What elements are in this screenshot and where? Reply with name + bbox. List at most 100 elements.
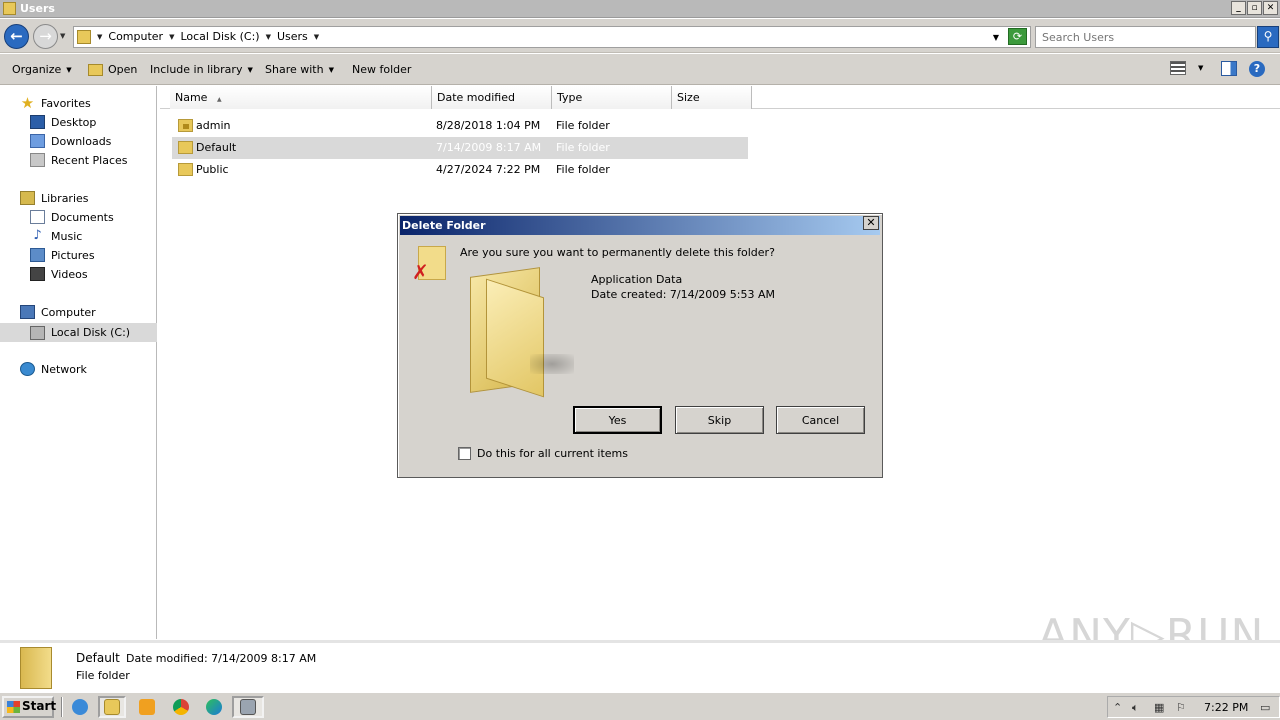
organize-label: Organize	[12, 63, 62, 76]
explorer-taskbar-button[interactable]	[98, 696, 126, 718]
back-button[interactable]: ←	[4, 24, 29, 49]
help-icon[interactable]: ?	[1249, 61, 1265, 77]
address-bar[interactable]: ▼ Computer ▼ Local Disk (C:) ▼ Users ▼ ▼	[73, 26, 1031, 48]
new-folder-button[interactable]: New folder	[352, 63, 411, 76]
file-type: File folder	[556, 141, 610, 154]
internet-explorer-icon	[72, 699, 88, 715]
computer-icon	[20, 305, 35, 319]
chevron-down-icon: ▼	[328, 65, 334, 74]
share-with-button[interactable]: Share with ▼	[265, 63, 334, 76]
nav-favorites[interactable]: ★ Favorites	[20, 96, 91, 111]
nav-libraries[interactable]: Libraries	[20, 191, 89, 205]
search-box[interactable]	[1035, 26, 1256, 48]
open-button[interactable]: Open	[88, 63, 137, 76]
cancel-button[interactable]: Cancel	[776, 406, 865, 434]
yes-button[interactable]: Yes	[573, 406, 662, 434]
search-icon[interactable]: ⚲	[1257, 26, 1279, 48]
media-player-taskbar-button[interactable]	[133, 696, 161, 718]
preview-pane-icon[interactable]	[1221, 61, 1237, 76]
column-headers: Name ▲ Date modified Type Size	[160, 86, 1280, 109]
table-row[interactable]: Public 4/27/2024 7:22 PM File folder	[172, 159, 748, 181]
network-icon	[20, 362, 35, 376]
chevron-down-icon: ▼	[247, 65, 253, 74]
internet-explorer-taskbar-button[interactable]	[66, 696, 94, 718]
file-date: 4/27/2024 7:22 PM	[436, 163, 541, 176]
nav-computer[interactable]: Computer	[20, 305, 96, 319]
nav-label: Libraries	[41, 191, 89, 205]
edge-taskbar-button[interactable]	[200, 696, 228, 718]
column-header-type[interactable]: Type	[552, 86, 672, 109]
nav-music[interactable]: ♪ Music	[30, 229, 82, 243]
network-tray-icon[interactable]: ▦	[1154, 701, 1164, 714]
nav-local-disk[interactable]: Local Disk (C:)	[0, 323, 157, 342]
column-label: Date modified	[437, 91, 515, 104]
chevron-down-icon[interactable]: ▼	[1198, 64, 1203, 72]
show-desktop-icon[interactable]: ▭	[1260, 701, 1270, 714]
chrome-taskbar-button[interactable]	[167, 696, 195, 718]
search-input[interactable]	[1036, 27, 1255, 47]
do-for-all-checkbox[interactable]: Do this for all current items	[458, 447, 628, 460]
skip-button[interactable]: Skip	[675, 406, 764, 434]
chevron-down-icon[interactable]: ▼	[97, 33, 102, 41]
details-pane: Default Date modified: 7/14/2009 8:17 AM…	[0, 640, 1280, 691]
close-button[interactable]: ✕	[1263, 1, 1278, 15]
chevron-down-icon[interactable]: ▼	[266, 33, 271, 41]
recent-pages-dropdown[interactable]: ▼	[60, 32, 65, 40]
folder-icon	[20, 647, 52, 689]
action-center-flag-icon[interactable]: ⚐	[1176, 701, 1186, 714]
folder-icon	[178, 141, 193, 154]
maximize-button[interactable]: ▫	[1247, 1, 1262, 15]
clock[interactable]: 7:22 PM	[1204, 701, 1248, 714]
refresh-icon[interactable]: ⟳	[1008, 28, 1027, 45]
libraries-icon	[20, 191, 35, 205]
address-row: ← → ▼ ▼ Computer ▼ Local Disk (C:) ▼ Use…	[0, 19, 1280, 53]
windows-logo-icon	[7, 701, 20, 713]
details-type: File folder	[76, 669, 130, 682]
dialog-close-button[interactable]: ✕	[863, 216, 879, 230]
chevron-down-icon[interactable]: ▼	[314, 33, 319, 41]
nav-desktop[interactable]: Desktop	[30, 115, 96, 129]
include-in-library-button[interactable]: Include in library ▼	[150, 63, 253, 76]
column-header-name[interactable]: Name ▲	[170, 86, 432, 109]
breadcrumb-local-disk[interactable]: Local Disk (C:)	[180, 30, 259, 43]
column-header-size[interactable]: Size	[672, 86, 752, 109]
nav-pictures[interactable]: Pictures	[30, 248, 95, 262]
nav-label: Pictures	[51, 248, 95, 262]
open-label: Open	[108, 63, 138, 76]
column-header-date-modified[interactable]: Date modified	[432, 86, 552, 109]
file-name: Public	[196, 163, 229, 176]
breadcrumb-computer[interactable]: Computer	[108, 30, 163, 43]
column-label: Size	[677, 91, 700, 104]
nav-network[interactable]: Network	[20, 362, 87, 376]
file-type: File folder	[556, 163, 610, 176]
forward-button[interactable]: →	[33, 24, 58, 49]
dialog-title: Delete Folder	[402, 219, 486, 232]
organize-button[interactable]: Organize ▼	[12, 63, 72, 76]
checkbox-box[interactable]	[458, 447, 471, 460]
nav-recent-places[interactable]: Recent Places	[30, 153, 128, 167]
volume-icon[interactable]: 🔈︎	[1132, 701, 1139, 715]
delete-dialog-taskbar-button[interactable]	[232, 696, 264, 718]
nav-videos[interactable]: Videos	[30, 267, 88, 281]
column-label: Name	[175, 91, 208, 104]
command-bar: Organize ▼ Open Include in library ▼ Sha…	[0, 54, 1280, 85]
delete-folder-icon: ✗	[412, 246, 446, 284]
chevron-down-icon[interactable]: ▼	[169, 33, 174, 41]
change-view-icon[interactable]	[1170, 61, 1186, 75]
open-folder-icon	[88, 63, 103, 76]
table-row[interactable]: Default 7/14/2009 8:17 AM File folder	[172, 137, 748, 159]
locked-folder-icon	[178, 119, 193, 132]
address-dropdown-icon[interactable]: ▼	[993, 33, 999, 42]
start-label: Start	[22, 699, 57, 713]
breadcrumb-users[interactable]: Users	[277, 30, 308, 43]
start-button[interactable]: Start	[2, 696, 57, 718]
chevron-up-icon[interactable]: ⌃	[1113, 701, 1122, 714]
file-date: 7/14/2009 8:17 AM	[436, 141, 542, 154]
table-row[interactable]: admin 8/28/2018 1:04 PM File folder	[172, 115, 748, 137]
nav-downloads[interactable]: Downloads	[30, 134, 111, 148]
nav-documents[interactable]: Documents	[30, 210, 114, 224]
nav-label: Music	[51, 229, 83, 243]
chrome-icon	[173, 699, 189, 715]
dialog-item-name: Application Data	[591, 273, 683, 286]
minimize-button[interactable]: _	[1231, 1, 1246, 15]
